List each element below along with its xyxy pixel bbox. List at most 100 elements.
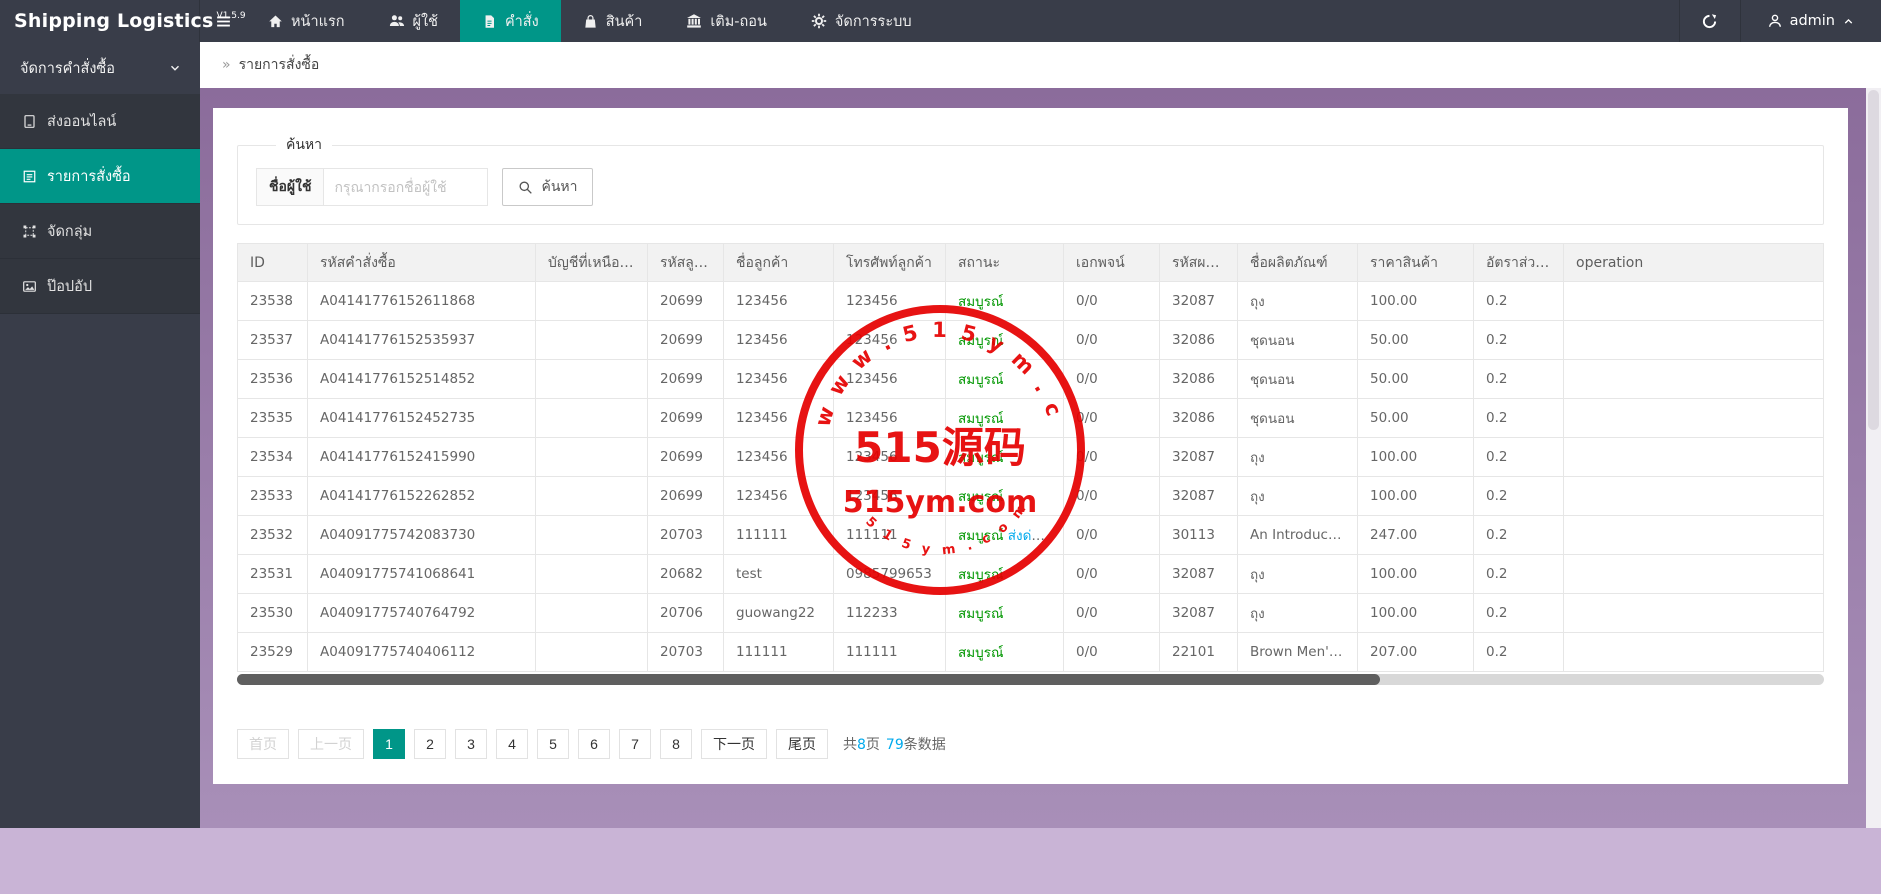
cell-customer-code: 20703 <box>648 633 724 672</box>
cell-parent-account <box>536 516 648 555</box>
pagination-page-6[interactable]: 6 <box>578 729 610 759</box>
list-icon <box>22 169 37 184</box>
vertical-scrollbar-track[interactable] <box>1866 88 1881 828</box>
table-row: 23534 A04141776152415990 20699 123456 12… <box>238 438 1824 477</box>
pagination-page-4[interactable]: 4 <box>496 729 528 759</box>
sidebar-item-grouping[interactable]: จัดกลุ่ม <box>0 204 200 259</box>
order-list-panel: ค้นหา ชื่อผู้ใช้ ค้นหา <box>213 108 1848 784</box>
horizontal-scrollbar-track[interactable] <box>237 674 1824 685</box>
cell-id: 23529 <box>238 633 308 672</box>
cell-id: 23536 <box>238 360 308 399</box>
cell-commission-ratio: 0.2 <box>1474 282 1564 321</box>
refresh-button[interactable] <box>1679 0 1741 42</box>
nav-item-home[interactable]: หน้าแรก <box>246 0 367 42</box>
cell-operation <box>1564 516 1824 555</box>
col-header-status: สถานะ <box>946 244 1064 282</box>
cell-id: 23535 <box>238 399 308 438</box>
cell-order-code: A04141776152415990 <box>308 438 536 477</box>
users-icon <box>389 13 405 29</box>
top-navbar: Shipping Logistics V1.5.9 หน้าแรก ผู้ใช้… <box>0 0 1881 42</box>
pagination-first-button[interactable]: 首页 <box>237 729 289 759</box>
pagination-next-button[interactable]: 下一页 <box>701 729 767 759</box>
cell-order-code: A04091775741068641 <box>308 555 536 594</box>
cell-parent-account <box>536 321 648 360</box>
cell-price: 100.00 <box>1358 555 1474 594</box>
table-row: 23537 A04141776152535937 20699 123456 12… <box>238 321 1824 360</box>
nav-item-label: จัดการระบบ <box>835 10 912 33</box>
col-header-parent-account: บัญชีที่เหนือกว่า <box>536 244 648 282</box>
cell-product-code: 32086 <box>1160 360 1238 399</box>
cell-id: 23531 <box>238 555 308 594</box>
cell-commission-ratio: 0.2 <box>1474 633 1564 672</box>
cell-parent-account <box>536 555 648 594</box>
sidebar-item-popup[interactable]: ป๊อปอัป <box>0 259 200 314</box>
pagination-page-2[interactable]: 2 <box>414 729 446 759</box>
sidebar-group-order-management[interactable]: จัดการคำสั่งซื้อ <box>0 42 200 94</box>
table-row: 23532 A04091775742083730 20703 111111 11… <box>238 516 1824 555</box>
vertical-scrollbar-thumb[interactable] <box>1868 90 1879 430</box>
pagination-page-8[interactable]: 8 <box>660 729 692 759</box>
pagination-page-5[interactable]: 5 <box>537 729 569 759</box>
pagination-page-7[interactable]: 7 <box>619 729 651 759</box>
search-button[interactable]: ค้นหา <box>502 168 593 206</box>
cell-singular: 0/0 <box>1064 282 1160 321</box>
username-search-input[interactable] <box>323 168 488 206</box>
horizontal-scrollbar-thumb[interactable] <box>237 674 1380 685</box>
cell-product-code: 32087 <box>1160 438 1238 477</box>
status-link[interactable]: ส่งด่ว... <box>1008 528 1052 544</box>
cell-customer-name: 123456 <box>724 477 834 516</box>
cell-price: 100.00 <box>1358 477 1474 516</box>
cell-operation <box>1564 438 1824 477</box>
nav-item-users[interactable]: ผู้ใช้ <box>367 0 460 42</box>
sidebar-item-label: ป๊อปอัป <box>47 275 92 298</box>
nav-item-products[interactable]: สินค้า <box>561 0 665 42</box>
pagination-prev-button[interactable]: 上一页 <box>298 729 364 759</box>
breadcrumb-arrow: » <box>222 57 231 73</box>
bank-icon <box>686 13 702 29</box>
status-text: สมบูรณ์ <box>958 489 1003 505</box>
sidebar-item-label: จัดกลุ่ม <box>47 220 92 243</box>
cell-price: 50.00 <box>1358 399 1474 438</box>
cell-customer-phone: 112233 <box>834 594 946 633</box>
pagination-page-3[interactable]: 3 <box>455 729 487 759</box>
cell-customer-code: 20699 <box>648 438 724 477</box>
status-text: สมบูรณ์ <box>958 294 1003 310</box>
cell-customer-name: 123456 <box>724 282 834 321</box>
cell-product-code: 22101 <box>1160 633 1238 672</box>
cell-customer-name: 123456 <box>724 360 834 399</box>
cell-operation <box>1564 555 1824 594</box>
cell-order-code: A04091775742083730 <box>308 516 536 555</box>
nav-item-system[interactable]: จัดการระบบ <box>789 0 934 42</box>
file-icon <box>482 14 497 29</box>
sidebar-item-order-list[interactable]: รายการสั่งซื้อ <box>0 149 200 204</box>
username: admin <box>1790 13 1835 29</box>
sidebar-item-label: ส่งออนไลน์ <box>47 110 116 133</box>
pagination-last-button[interactable]: 尾页 <box>776 729 828 759</box>
chevron-down-icon <box>168 61 182 75</box>
table-row: 23529 A04091775740406112 20703 111111 11… <box>238 633 1824 672</box>
pagination-page-1[interactable]: 1 <box>373 729 405 759</box>
cell-customer-code: 20682 <box>648 555 724 594</box>
cell-status: สมบูรณ์ <box>946 477 1064 516</box>
cell-singular: 0/0 <box>1064 555 1160 594</box>
cell-id: 23532 <box>238 516 308 555</box>
cell-order-code: A04141776152452735 <box>308 399 536 438</box>
sidebar-item-send-online[interactable]: ส่งออนไลน์ <box>0 94 200 149</box>
cell-status: สมบูรณ์ <box>946 438 1064 477</box>
nav-item-orders[interactable]: คำสั่ง <box>460 0 561 42</box>
nav-item-deposit-withdraw[interactable]: เติม-ถอน <box>664 0 789 42</box>
cell-customer-name: 123456 <box>724 399 834 438</box>
cell-customer-phone: 111111 <box>834 633 946 672</box>
sidebar-toggle-button[interactable] <box>200 0 246 42</box>
cell-price: 247.00 <box>1358 516 1474 555</box>
cell-order-code: A04141776152262852 <box>308 477 536 516</box>
cell-price: 100.00 <box>1358 594 1474 633</box>
cell-order-code: A04091775740764792 <box>308 594 536 633</box>
cell-commission-ratio: 0.2 <box>1474 477 1564 516</box>
nav-item-label: คำสั่ง <box>505 10 539 33</box>
user-menu[interactable]: admin <box>1741 0 1881 42</box>
app-title: Shipping Logistics <box>14 10 214 32</box>
cell-product-code: 32087 <box>1160 594 1238 633</box>
table-row: 23536 A04141776152514852 20699 123456 12… <box>238 360 1824 399</box>
cell-price: 207.00 <box>1358 633 1474 672</box>
